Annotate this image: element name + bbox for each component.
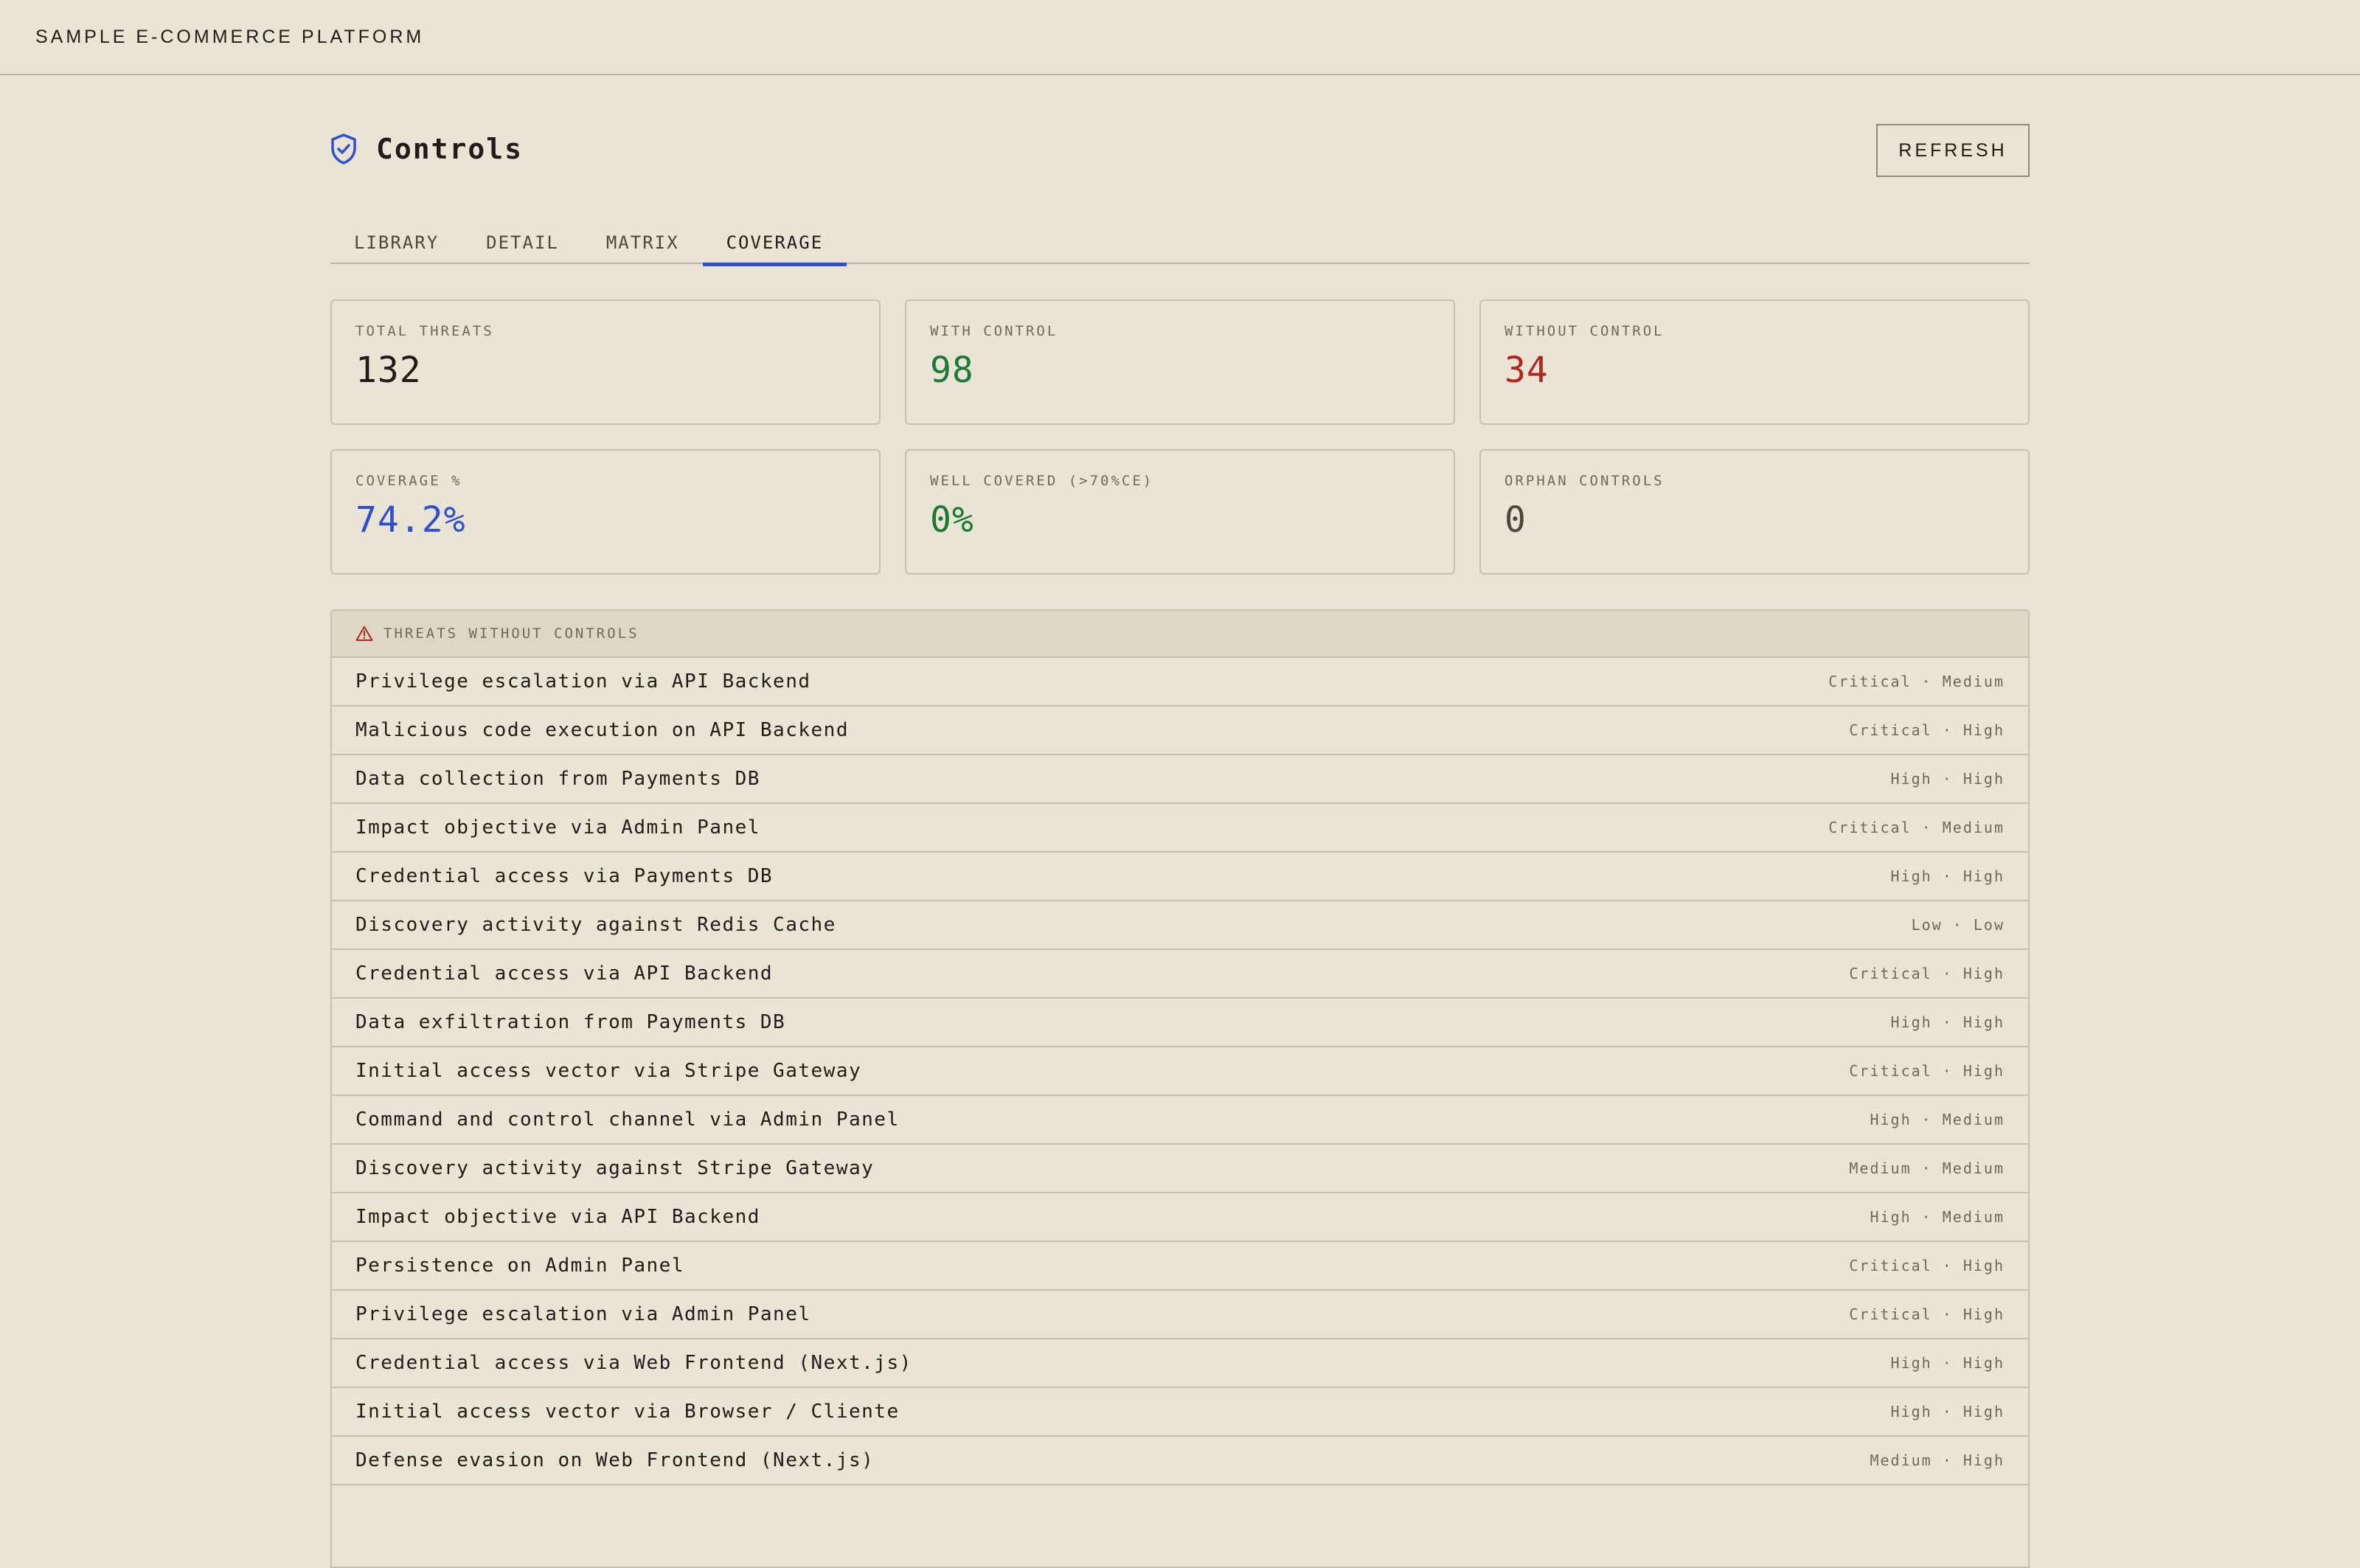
stat-label: WITH CONTROL bbox=[930, 323, 1058, 339]
stat-label: COVERAGE % bbox=[355, 473, 462, 489]
stat-card-with-control: WITH CONTROL 98 bbox=[905, 299, 1455, 425]
threat-severity-likelihood: Medium · Medium bbox=[1849, 1159, 2005, 1177]
panel-title: THREATS WITHOUT CONTROLS bbox=[384, 625, 639, 642]
threat-row[interactable]: Initial access vector via Browser / Clie… bbox=[332, 1388, 2028, 1437]
threat-name: Defense evasion on Web Frontend (Next.js… bbox=[355, 1449, 875, 1471]
threat-name: Credential access via Web Frontend (Next… bbox=[355, 1352, 912, 1374]
title-group: Controls bbox=[330, 133, 523, 165]
threat-name: Command and control channel via Admin Pa… bbox=[355, 1109, 900, 1131]
app-brand: SAMPLE E-COMMERCE PLATFORM bbox=[35, 26, 425, 47]
threat-name: Initial access vector via Stripe Gateway bbox=[355, 1060, 862, 1082]
threat-severity-likelihood: Critical · Medium bbox=[1828, 673, 2005, 690]
tab-bar: LIBRARY DETAIL MATRIX COVERAGE bbox=[330, 221, 2030, 266]
threat-name: Data collection from Payments DB bbox=[355, 768, 760, 790]
threat-row[interactable]: Defense evasion on Web Frontend (Next.js… bbox=[332, 1437, 2028, 1485]
stat-card-coverage: COVERAGE % 74.2% bbox=[330, 449, 881, 575]
threat-name: Data exfiltration from Payments DB bbox=[355, 1011, 786, 1033]
threat-row[interactable]: Discovery activity against Stripe Gatewa… bbox=[332, 1145, 2028, 1193]
stat-label: WELL COVERED (>70%CE) bbox=[930, 473, 1154, 489]
stat-value: 74.2% bbox=[355, 499, 466, 541]
threat-severity-likelihood: Low · Low bbox=[1911, 916, 2005, 934]
tab-library[interactable]: LIBRARY bbox=[330, 221, 462, 264]
threat-name: Discovery activity against Redis Cache bbox=[355, 914, 836, 936]
threat-row[interactable]: Initial access vector via Stripe Gateway… bbox=[332, 1047, 2028, 1096]
threat-row[interactable]: Privilege escalation via API Backend Crit… bbox=[332, 658, 2028, 707]
threat-list: Privilege escalation via API Backend Crit… bbox=[332, 658, 2028, 1485]
stat-value: 0 bbox=[1504, 499, 1527, 541]
stat-value: 0% bbox=[930, 499, 974, 541]
threat-row[interactable]: Data collection from Payments DB High · H… bbox=[332, 755, 2028, 804]
stat-card-well-covered: WELL COVERED (>70%CE) 0% bbox=[905, 449, 1455, 575]
stat-value: 98 bbox=[930, 350, 974, 391]
threat-row[interactable]: Privilege escalation via Admin Panel Crit… bbox=[332, 1291, 2028, 1339]
threat-severity-likelihood: High · High bbox=[1890, 1403, 2005, 1420]
threat-name: Impact objective via API Backend bbox=[355, 1206, 760, 1228]
panel-header: THREATS WITHOUT CONTROLS bbox=[332, 611, 2028, 658]
threat-row[interactable]: Malicious code execution on API Backend C… bbox=[332, 707, 2028, 755]
threat-name: Discovery activity against Stripe Gatewa… bbox=[355, 1157, 875, 1179]
threat-severity-likelihood: High · Medium bbox=[1870, 1111, 2005, 1128]
threat-severity-likelihood: Critical · High bbox=[1849, 965, 2005, 982]
page-header: Controls REFRESH bbox=[330, 77, 2030, 224]
threat-row[interactable]: Discovery activity against Redis Cache Lo… bbox=[332, 901, 2028, 950]
threat-row[interactable]: Credential access via Payments DB High · … bbox=[332, 853, 2028, 901]
shield-check-icon bbox=[331, 133, 356, 164]
threat-name: Credential access via Payments DB bbox=[355, 865, 774, 887]
threat-name: Impact objective via Admin Panel bbox=[355, 816, 760, 839]
threat-name: Privilege escalation via Admin Panel bbox=[355, 1303, 811, 1325]
tab-matrix[interactable]: MATRIX bbox=[583, 221, 703, 264]
stat-label: ORPHAN CONTROLS bbox=[1504, 473, 1665, 489]
threat-severity-likelihood: High · High bbox=[1890, 1354, 2005, 1372]
threat-row[interactable]: Persistence on Admin Panel Critical · Hig… bbox=[332, 1242, 2028, 1291]
threat-severity-likelihood: Critical · High bbox=[1849, 1305, 2005, 1323]
threat-row[interactable]: Credential access via Web Frontend (Next… bbox=[332, 1339, 2028, 1388]
threat-row[interactable]: Credential access via API Backend Critica… bbox=[332, 950, 2028, 999]
threat-row[interactable]: Impact objective via API Backend High · M… bbox=[332, 1193, 2028, 1242]
warning-triangle-icon bbox=[355, 626, 373, 641]
threat-name: Malicious code execution on API Backend bbox=[355, 719, 849, 741]
threat-name: Credential access via API Backend bbox=[355, 962, 774, 985]
threat-severity-likelihood: Critical · High bbox=[1849, 721, 2005, 739]
threat-row[interactable]: Impact objective via Admin Panel Critical… bbox=[332, 804, 2028, 853]
threats-without-controls-panel: THREATS WITHOUT CONTROLS Privilege escal… bbox=[330, 609, 2030, 1568]
stat-value: 132 bbox=[355, 350, 422, 391]
threat-severity-likelihood: High · Medium bbox=[1870, 1208, 2005, 1226]
threat-severity-likelihood: Critical · Medium bbox=[1828, 819, 2005, 836]
stat-label: WITHOUT CONTROL bbox=[1504, 323, 1665, 339]
threat-severity-likelihood: High · High bbox=[1890, 770, 2005, 788]
stat-card-total-threats: TOTAL THREATS 132 bbox=[330, 299, 881, 425]
tab-detail[interactable]: DETAIL bbox=[462, 221, 583, 264]
stat-card-orphan-controls: ORPHAN CONTROLS 0 bbox=[1479, 449, 2030, 575]
refresh-button[interactable]: REFRESH bbox=[1876, 124, 2030, 177]
threat-name: Privilege escalation via API Backend bbox=[355, 670, 811, 693]
threat-severity-likelihood: Medium · High bbox=[1870, 1451, 2005, 1469]
threat-severity-likelihood: High · High bbox=[1890, 867, 2005, 885]
threat-name: Persistence on Admin Panel bbox=[355, 1255, 684, 1277]
threat-row[interactable]: Command and control channel via Admin Pa… bbox=[332, 1096, 2028, 1145]
threat-severity-likelihood: Critical · High bbox=[1849, 1257, 2005, 1274]
threat-name: Initial access vector via Browser / Clie… bbox=[355, 1401, 900, 1423]
top-bar: SAMPLE E-COMMERCE PLATFORM bbox=[0, 0, 2360, 75]
page-title: Controls bbox=[376, 133, 524, 165]
threat-severity-likelihood: High · High bbox=[1890, 1013, 2005, 1031]
threat-severity-likelihood: Critical · High bbox=[1849, 1062, 2005, 1080]
stat-value: 34 bbox=[1504, 350, 1549, 391]
stat-label: TOTAL THREATS bbox=[355, 323, 494, 339]
stats-grid: TOTAL THREATS 132 WITH CONTROL 98 WITHOU… bbox=[330, 299, 2030, 575]
threat-row[interactable]: Data exfiltration from Payments DB High ·… bbox=[332, 999, 2028, 1047]
stat-card-without-control: WITHOUT CONTROL 34 bbox=[1479, 299, 2030, 425]
main-content: Controls REFRESH LIBRARY DETAIL MATRIX C… bbox=[330, 77, 2030, 1568]
tab-coverage[interactable]: COVERAGE bbox=[702, 221, 847, 266]
